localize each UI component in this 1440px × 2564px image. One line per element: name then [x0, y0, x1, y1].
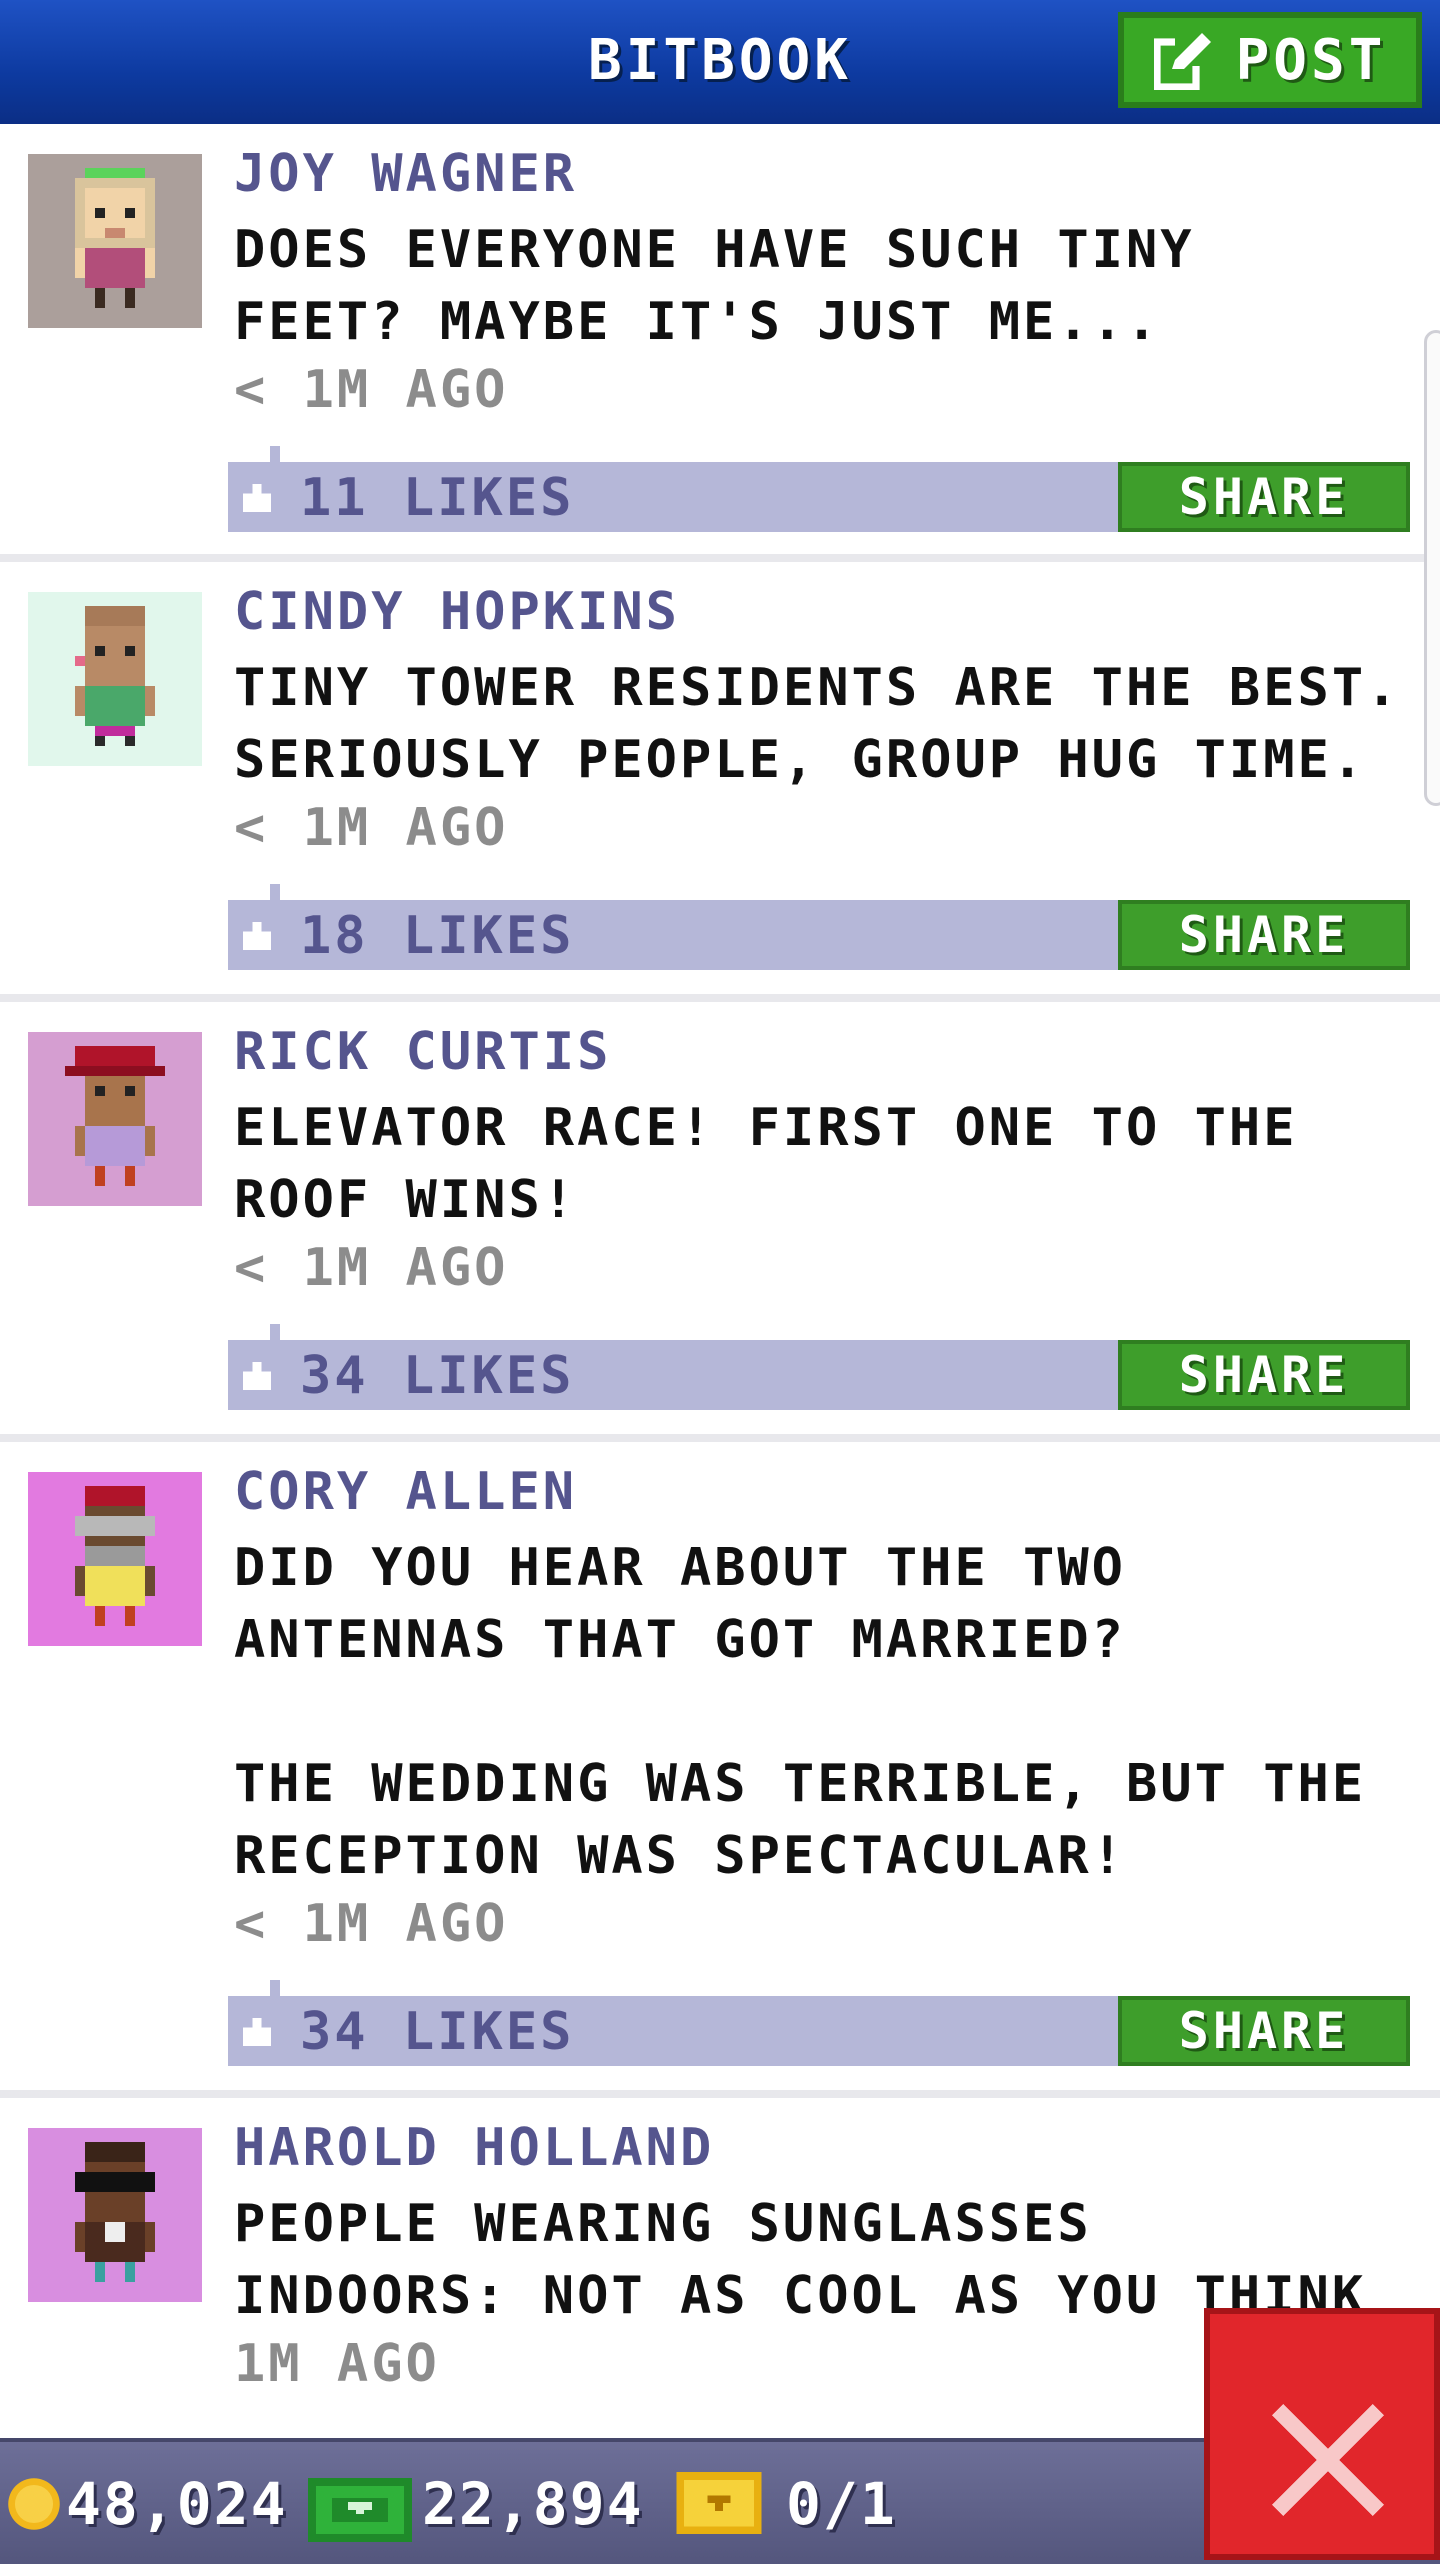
- avatar: [28, 1472, 202, 1646]
- bux-count: 22,894: [422, 2470, 644, 2538]
- likes-bar: 34 LIKES SHARE: [228, 1324, 1410, 1410]
- post-author[interactable]: RICK CURTIS: [234, 1022, 611, 1082]
- close-icon: [1272, 2404, 1384, 2516]
- feed-post: JOY WAGNER DOES EVERYONE HAVE SUCH TINY …: [0, 124, 1440, 562]
- likes-bar: 34 LIKES SHARE: [228, 1980, 1410, 2066]
- app-header: BITBOOK POST: [0, 0, 1440, 128]
- resident-avatar-icon: [75, 606, 155, 746]
- resident-avatar-icon: [65, 1046, 165, 1186]
- ticket-icon: [676, 2472, 762, 2534]
- share-button[interactable]: SHARE: [1118, 900, 1410, 970]
- post-message: DOES EVERYONE HAVE SUCH TINY FEET? MAYBE…: [234, 220, 1195, 352]
- compose-icon: [1153, 33, 1211, 90]
- post-button[interactable]: POST: [1118, 12, 1422, 108]
- post-time: 1M AGO: [234, 2334, 440, 2394]
- coins-count: 48,024: [66, 2470, 288, 2538]
- post-time: < 1M AGO: [234, 1894, 509, 1954]
- tickets-count: 0/1: [786, 2470, 897, 2538]
- likes-bar: 18 LIKES SHARE: [228, 884, 1410, 970]
- resident-avatar-icon: [75, 2142, 155, 2282]
- likes-count: 34 LIKES: [300, 1346, 575, 1406]
- post-label: POST: [1235, 27, 1387, 93]
- like-icon: [243, 2018, 271, 2046]
- post-message: DID YOU HEAR ABOUT THE TWO ANTENNAS THAT…: [234, 1538, 1367, 1886]
- post-author[interactable]: CORY ALLEN: [234, 1462, 577, 1522]
- feed-post: RICK CURTIS ELEVATOR RACE! FIRST ONE TO …: [0, 1002, 1440, 1442]
- post-author[interactable]: CINDY HOPKINS: [234, 582, 680, 642]
- likes-bar: 11 LIKES SHARE: [228, 446, 1410, 532]
- resident-avatar-icon: [75, 1486, 155, 1626]
- like-icon: [243, 922, 271, 950]
- share-button[interactable]: SHARE: [1118, 462, 1410, 532]
- like-icon: [243, 1362, 271, 1390]
- avatar: [28, 1032, 202, 1206]
- post-author[interactable]: HAROLD HOLLAND: [234, 2118, 714, 2178]
- like-icon: [243, 484, 271, 512]
- post-message: ELEVATOR RACE! FIRST ONE TO THE ROOF WIN…: [234, 1098, 1298, 1230]
- coin-icon: [8, 2478, 60, 2530]
- share-button[interactable]: SHARE: [1118, 1996, 1410, 2066]
- post-time: < 1M AGO: [234, 798, 509, 858]
- feed-post: CORY ALLEN DID YOU HEAR ABOUT THE TWO AN…: [0, 1442, 1440, 2098]
- share-button[interactable]: SHARE: [1118, 1340, 1410, 1410]
- close-button[interactable]: [1204, 2308, 1440, 2560]
- resident-avatar-icon: [75, 168, 155, 308]
- likes-count: 34 LIKES: [300, 2002, 575, 2062]
- avatar: [28, 592, 202, 766]
- scrollbar[interactable]: [1424, 330, 1440, 806]
- likes-count: 11 LIKES: [300, 468, 575, 528]
- post-message: TINY TOWER RESIDENTS ARE THE BEST. SERIO…: [234, 658, 1401, 790]
- likes-count: 18 LIKES: [300, 906, 575, 966]
- avatar: [28, 2128, 202, 2302]
- feed-post: CINDY HOPKINS TINY TOWER RESIDENTS ARE T…: [0, 562, 1440, 1002]
- post-time: < 1M AGO: [234, 360, 509, 420]
- post-time: < 1M AGO: [234, 1238, 509, 1298]
- post-author[interactable]: JOY WAGNER: [234, 144, 577, 204]
- bux-icon: [308, 2478, 412, 2542]
- avatar: [28, 154, 202, 328]
